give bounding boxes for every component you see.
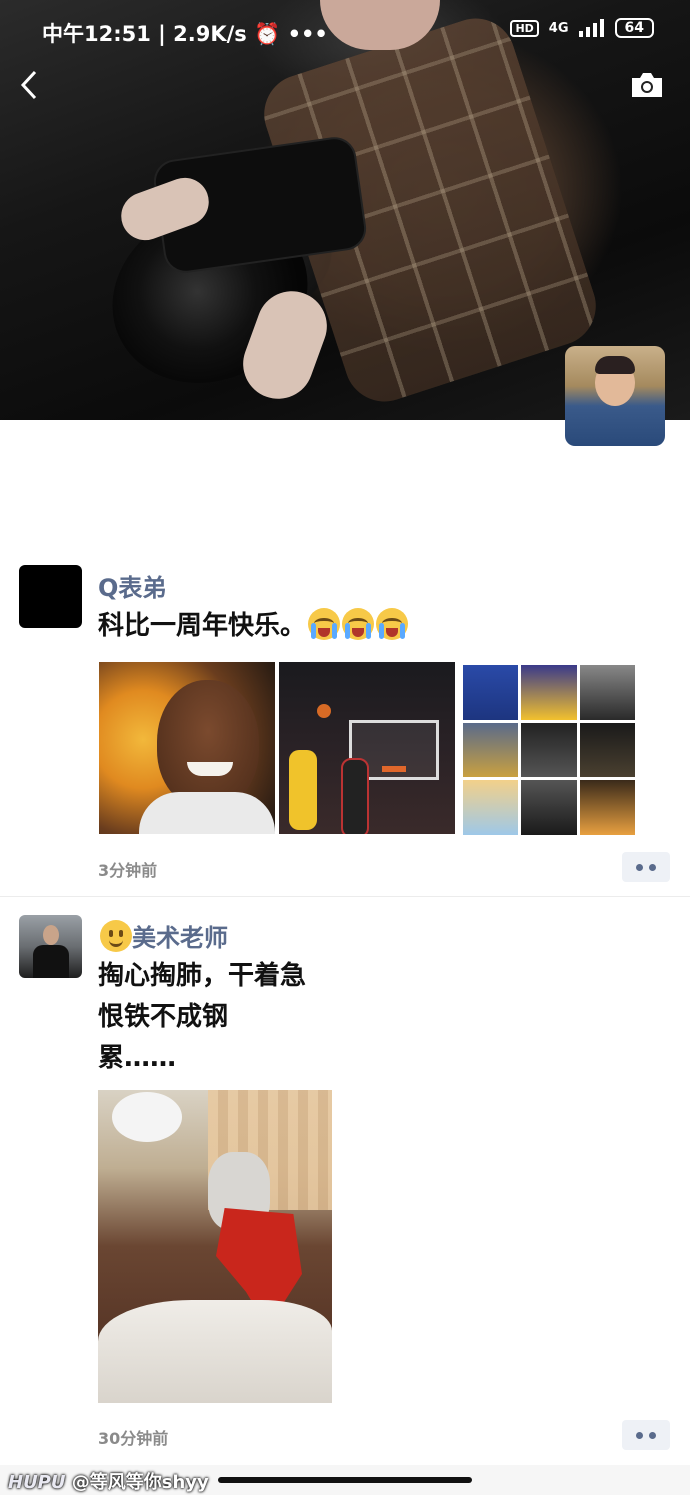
battery-indicator: 64 — [614, 18, 654, 38]
my-avatar[interactable] — [565, 346, 665, 446]
back-button[interactable] — [20, 70, 38, 106]
crying-face-icon — [342, 608, 375, 640]
more-options-button[interactable] — [622, 852, 670, 882]
avatar[interactable] — [19, 565, 82, 628]
smiling-face-icon — [100, 920, 132, 952]
avatar[interactable] — [19, 915, 82, 978]
post-image[interactable] — [98, 1090, 332, 1403]
crying-face-icon — [308, 608, 341, 640]
post-image[interactable] — [279, 662, 455, 834]
home-indicator[interactable] — [218, 1477, 472, 1483]
camera-button[interactable] — [630, 72, 664, 98]
hd-icon: HD — [510, 19, 539, 37]
post-timestamp: 3分钟前 — [98, 861, 158, 880]
status-time: 中午12:51 | 2.9K/s ⏰ ••• — [42, 22, 328, 46]
more-options-button[interactable] — [622, 1420, 670, 1450]
camera-icon — [632, 73, 662, 97]
divider — [0, 896, 690, 897]
watermark: HUPU @等风等你shyy — [8, 1472, 209, 1493]
crying-face-icon — [376, 608, 409, 640]
status-icons: HD 4G 64 — [510, 18, 654, 38]
post-image-collage[interactable] — [463, 665, 635, 835]
status-bar: 中午12:51 | 2.9K/s ⏰ ••• HD 4G 64 — [0, 0, 690, 62]
post-image[interactable] — [99, 662, 275, 834]
chevron-left-icon — [20, 70, 37, 100]
post-author[interactable]: Q表弟 — [98, 568, 166, 603]
post-text: 科比一周年快乐。 — [98, 606, 409, 647]
post-text: 掏心掏肺，干着急 恨铁不成钢 累…… — [98, 961, 307, 1073]
post-timestamp: 30分钟前 — [98, 1429, 169, 1448]
post-author[interactable]: 美术老师 — [98, 918, 228, 953]
signal-icon — [578, 19, 604, 37]
network-label: 4G — [548, 20, 569, 36]
